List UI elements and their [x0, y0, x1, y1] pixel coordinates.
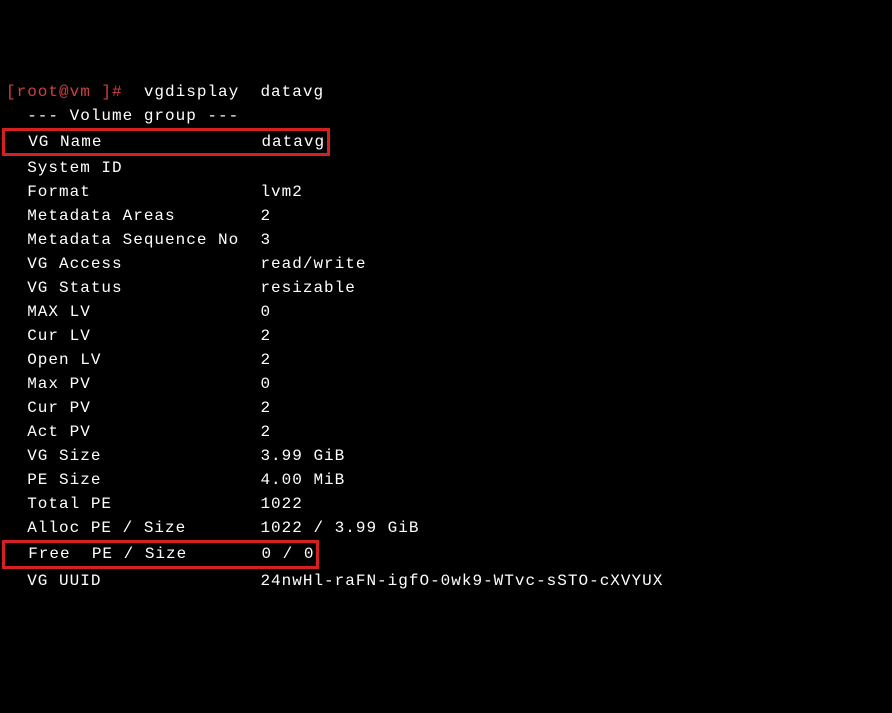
vg-row: VG UUID 24nwHl-raFN-igfO-0wk9-WTvc-sSTO-…	[6, 569, 886, 593]
vg-row: Max PV 0	[6, 372, 886, 396]
prompt-line: [root@vm ]# vgdisplay datavg	[6, 80, 886, 104]
vg-row: Metadata Sequence No 3	[6, 228, 886, 252]
vg-row: VG Access read/write	[6, 252, 886, 276]
vg-properties: VG Name datavg System ID Format lvm2 Met…	[6, 128, 886, 593]
vg-row: System ID	[6, 156, 886, 180]
vg-row: Cur PV 2	[6, 396, 886, 420]
vg-row: MAX LV 0	[6, 300, 886, 324]
prompt-user: [root@vm ]#	[6, 83, 123, 101]
section-header: --- Volume group ---	[6, 104, 886, 128]
vg-row: Open LV 2	[6, 348, 886, 372]
highlight-box: Free PE / Size 0 / 0	[2, 540, 319, 568]
vg-row: Total PE 1022	[6, 492, 886, 516]
vg-row: Act PV 2	[6, 420, 886, 444]
vg-row: VG Size 3.99 GiB	[6, 444, 886, 468]
vg-row: Alloc PE / Size 1022 / 3.99 GiB	[6, 516, 886, 540]
highlight-box: VG Name datavg	[2, 128, 330, 156]
vg-row: Cur LV 2	[6, 324, 886, 348]
command-text: vgdisplay datavg	[123, 83, 324, 101]
vg-row: Free PE / Size 0 / 0	[6, 540, 886, 568]
vg-row: Metadata Areas 2	[6, 204, 886, 228]
vg-row: VG Name datavg	[6, 128, 886, 156]
vg-row: Format lvm2	[6, 180, 886, 204]
vg-row: VG Status resizable	[6, 276, 886, 300]
terminal-output: [root@vm ]# vgdisplay datavg --- Volume …	[6, 80, 886, 593]
vg-row: PE Size 4.00 MiB	[6, 468, 886, 492]
